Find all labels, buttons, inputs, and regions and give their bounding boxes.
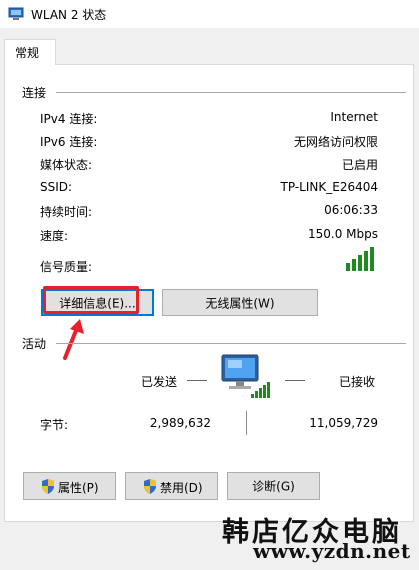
diagnose-button[interactable]: 诊断(G)	[227, 472, 320, 500]
sent-label: 已发送	[141, 375, 178, 389]
ipv6-label: IPv6 连接:	[40, 135, 98, 149]
properties-button-label: 属性(P)	[58, 481, 99, 495]
tab-general[interactable]: 常规	[4, 39, 56, 65]
bytes-label: 字节:	[40, 418, 69, 432]
bytes-received-value: 11,059,729	[309, 416, 378, 430]
ssid-label: SSID:	[40, 180, 73, 194]
uac-shield-icon	[144, 479, 156, 494]
annotation-arrow-icon	[63, 319, 84, 360]
disable-button[interactable]: 禁用(D)	[125, 472, 218, 500]
signal-bar	[364, 251, 368, 271]
received-label: 已接收	[339, 375, 376, 389]
wifi-network-icon	[8, 7, 24, 20]
media-state-label: 媒体状态:	[40, 158, 93, 172]
activity-divider	[56, 343, 406, 344]
duration-value: 06:06:33	[324, 203, 378, 217]
window-title: WLAN 2 状态	[31, 8, 107, 22]
activity-section-label: 活动	[22, 335, 53, 352]
media-state-value: 已启用	[341, 158, 378, 172]
duration-label: 持续时间:	[40, 205, 93, 219]
signal-bar	[370, 247, 374, 271]
ipv6-value: 无网络访问权限	[293, 135, 378, 149]
tab-general-label: 常规	[15, 46, 40, 60]
received-line	[285, 380, 305, 381]
signal-bar	[358, 255, 362, 271]
properties-button[interactable]: 属性(P)	[23, 472, 116, 500]
network-computer-icon	[221, 354, 270, 398]
annotation-highlight-box	[43, 286, 139, 314]
signal-bar	[346, 263, 350, 271]
diagnose-button-label: 诊断(G)	[252, 479, 295, 494]
wireless-properties-button[interactable]: 无线属性(W)	[162, 289, 318, 316]
speed-label: 速度:	[40, 229, 69, 243]
speed-value: 150.0 Mbps	[307, 227, 378, 241]
bytes-sent-value: 2,989,632	[149, 416, 211, 430]
disable-button-label: 禁用(D)	[160, 481, 203, 495]
signal-quality-label: 信号质量:	[40, 260, 93, 274]
ipv4-value: Internet	[330, 110, 378, 124]
connection-section-label: 连接	[22, 84, 53, 101]
ipv4-label: IPv4 连接:	[40, 112, 98, 126]
bytes-separator	[246, 411, 247, 435]
title-bar: WLAN 2 状态	[0, 0, 419, 28]
watermark-url: www.yzdn.net	[253, 539, 411, 563]
signal-strength-icon	[346, 247, 374, 271]
uac-shield-icon	[42, 479, 54, 494]
ssid-value: TP-LINK_E26404	[280, 180, 378, 194]
signal-bar	[352, 259, 356, 271]
connection-divider	[56, 92, 406, 93]
sent-line	[187, 380, 207, 381]
wireless-properties-button-label: 无线属性(W)	[205, 296, 275, 310]
